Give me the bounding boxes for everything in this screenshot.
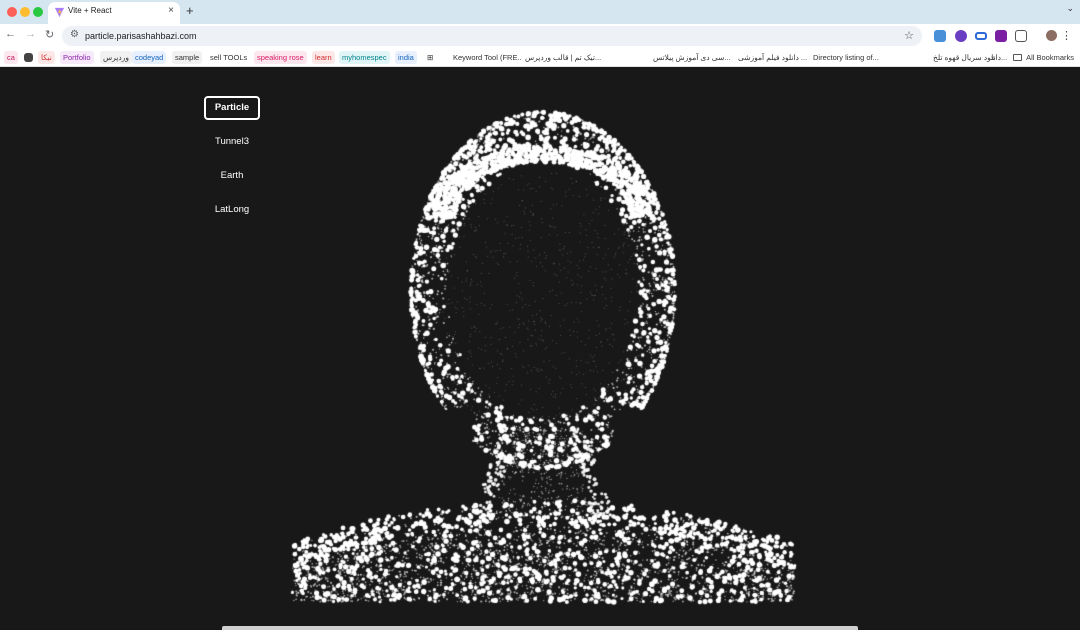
browser-tab-strip: Vite + React × + ⌄ [0, 0, 1080, 24]
site-info-icon[interactable]: ⚙ [70, 29, 79, 40]
menu-item-particle[interactable]: Particle [204, 96, 260, 120]
folder-icon [1013, 54, 1023, 61]
bookmark-item[interactable]: دانلود سریال قهوه تلخ... [930, 51, 1011, 64]
bookmarks-overflow-icon[interactable]: » [988, 51, 998, 64]
horizontal-scrollbar[interactable] [222, 626, 858, 630]
bookmark-item[interactable]: Directory listing of... [810, 51, 882, 64]
menu-item-tunnel3[interactable]: Tunnel3 [204, 130, 260, 154]
tab-close-icon[interactable]: × [168, 5, 174, 16]
tab-search-icon[interactable]: ⌄ [1066, 3, 1074, 14]
bookmark-item[interactable]: codeyad [132, 51, 167, 64]
profile-avatar[interactable] [1046, 30, 1057, 41]
star-icon[interactable]: ☆ [904, 29, 914, 42]
page-content: Particle Tunnel3 Earth LatLong [0, 68, 1080, 630]
extensions-icon[interactable] [1015, 30, 1027, 42]
bookmark-item[interactable]: سی دی آموزش پیلاتس... [650, 51, 734, 64]
bookmarks-bar: ca نیکا Portfolio وردپرس codeyad sample sell T… [0, 48, 1080, 67]
url-text[interactable]: particle.parisashahbazi.com [85, 31, 197, 41]
browser-tab-active[interactable]: Vite + React × [48, 2, 180, 24]
address-bar[interactable]: ⚙ particle.parisashahbazi.com ☆ [62, 26, 922, 46]
close-window-button[interactable] [7, 7, 17, 17]
bookmark-item[interactable]: وردپرس [100, 51, 132, 64]
particle-bust-canvas[interactable] [0, 68, 1080, 630]
kebab-menu-icon[interactable]: ⋮ [1061, 29, 1072, 42]
menu-item-latlong[interactable]: LatLong [204, 198, 260, 222]
extension-link-icon[interactable] [975, 32, 987, 40]
bookmark-item[interactable]: ca [4, 51, 18, 64]
extension-square-icon[interactable] [995, 30, 1007, 42]
bookmark-item[interactable]: myhomespec [339, 51, 390, 64]
menu-item-earth[interactable]: Earth [204, 164, 260, 188]
bookmark-item[interactable]: speaking rose [254, 51, 307, 64]
vite-logo-icon [54, 7, 65, 18]
bookmark-item[interactable]: نیکا [38, 51, 55, 64]
browser-toolbar: ← → ↻ ⚙ particle.parisashahbazi.com ☆ ⋮ [0, 24, 1080, 48]
all-bookmarks-button[interactable]: All Bookmarks [1013, 51, 1074, 64]
apps-grid-icon[interactable]: ⊞ [424, 51, 436, 64]
bookmark-item[interactable]: تیک تم | قالب وردپرس... [522, 51, 605, 64]
all-bookmarks-label: All Bookmarks [1026, 53, 1074, 62]
tab-title: Vite + React [68, 6, 112, 15]
bookmark-item[interactable]: Portfolio [60, 51, 94, 64]
minimize-window-button[interactable] [20, 7, 30, 17]
forward-arrow-icon[interactable]: → [25, 28, 36, 40]
bookmark-item[interactable]: sell TOOLs [207, 51, 251, 64]
scene-menu: Particle Tunnel3 Earth LatLong [204, 96, 260, 232]
bookmark-item[interactable]: india [395, 51, 417, 64]
extension-badge-icon[interactable] [955, 30, 967, 42]
extension-cloud-icon[interactable] [934, 30, 946, 42]
bookmark-item[interactable] [24, 53, 33, 62]
bookmark-item[interactable]: sample [172, 51, 203, 64]
bookmark-item[interactable]: Keyword Tool (FRE... [450, 51, 527, 64]
back-arrow-icon[interactable]: ← [5, 28, 16, 40]
bookmark-item[interactable]: learn [312, 51, 335, 64]
reload-icon[interactable]: ↻ [45, 28, 54, 41]
maximize-window-button[interactable] [33, 7, 43, 17]
bookmark-item[interactable]: دانلود فیلم آموزشی ... S [735, 51, 818, 64]
new-tab-button[interactable]: + [186, 3, 194, 18]
